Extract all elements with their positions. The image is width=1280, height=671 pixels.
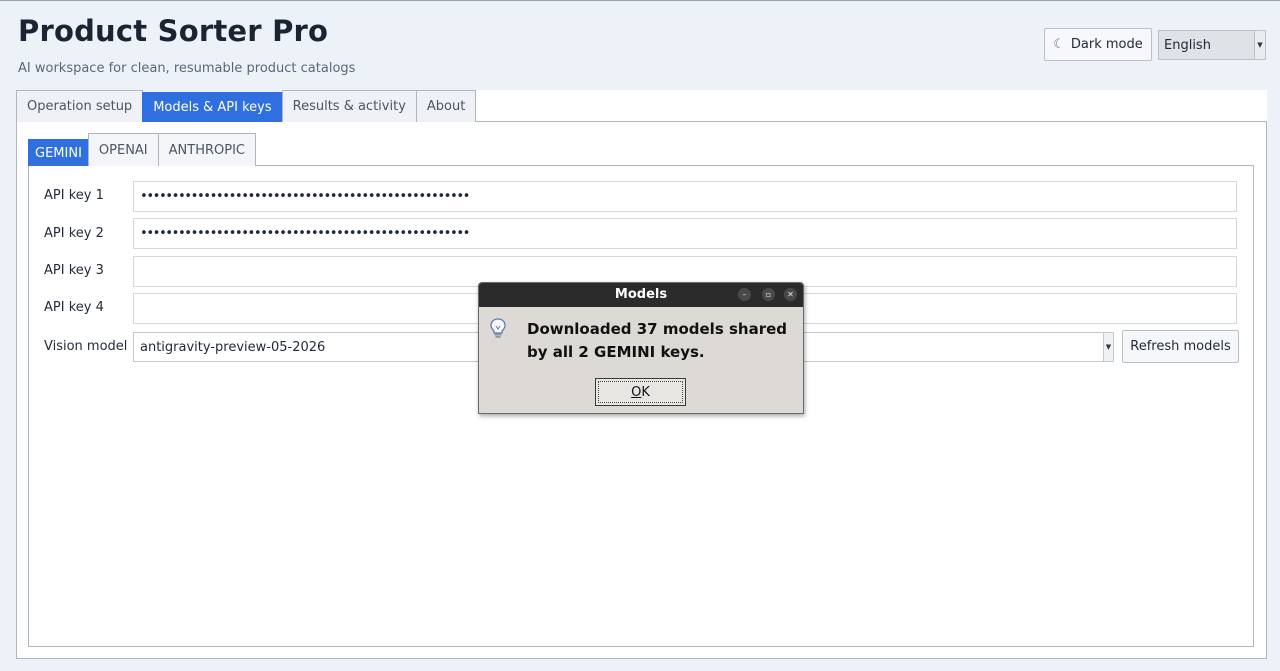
language-value: English bbox=[1164, 37, 1211, 53]
main-tabs: Operation setup Models & API keys Result… bbox=[16, 90, 477, 122]
moon-icon: ☾ bbox=[1053, 37, 1065, 52]
tab-about[interactable]: About bbox=[415, 90, 477, 122]
api-key-2-label: API key 2 bbox=[44, 226, 104, 241]
tab-anthropic[interactable]: ANTHROPIC bbox=[157, 133, 257, 166]
vision-model-label: Vision model bbox=[44, 339, 128, 354]
api-key-1-label: API key 1 bbox=[44, 188, 104, 203]
chevron-down-icon: ▼ bbox=[1103, 333, 1113, 361]
chevron-down-icon: ▼ bbox=[1254, 31, 1265, 59]
refresh-models-button[interactable]: Refresh models bbox=[1122, 330, 1239, 363]
models-dialog: Models – ▫ ✕ Downloaded 37 models shared… bbox=[478, 282, 804, 414]
app-subtitle: AI workspace for clean, resumable produc… bbox=[18, 61, 356, 76]
ok-label-rest: K bbox=[641, 384, 650, 400]
ok-button[interactable]: OK bbox=[595, 378, 686, 406]
window-top-border bbox=[0, 0, 1280, 1]
provider-tabs: GEMINI OPENAI ANTHROPIC bbox=[28, 133, 257, 166]
maximize-icon[interactable]: ▫ bbox=[762, 288, 775, 301]
dialog-titlebar[interactable]: Models – ▫ ✕ bbox=[479, 283, 803, 307]
api-key-1-input[interactable]: ••••••••••••••••••••••••••••••••••••••••… bbox=[133, 181, 1237, 212]
tab-gemini[interactable]: GEMINI bbox=[28, 139, 89, 166]
dark-mode-label: Dark mode bbox=[1070, 37, 1143, 52]
tab-results-activity[interactable]: Results & activity bbox=[281, 90, 417, 122]
dialog-message: Downloaded 37 models shared by all 2 GEM… bbox=[527, 320, 788, 361]
api-key-2-input[interactable]: ••••••••••••••••••••••••••••••••••••••••… bbox=[133, 218, 1237, 249]
tab-operation-setup[interactable]: Operation setup bbox=[16, 90, 144, 122]
api-key-3-label: API key 3 bbox=[44, 263, 104, 278]
tab-openai[interactable]: OPENAI bbox=[87, 133, 159, 166]
app-title: Product Sorter Pro bbox=[18, 14, 329, 48]
vision-model-value: antigravity-preview-05-2026 bbox=[140, 339, 326, 355]
dialog-title: Models bbox=[614, 287, 668, 302]
tab-bar-background bbox=[454, 90, 1267, 121]
lightbulb-icon bbox=[490, 318, 506, 338]
ok-mnemonic: O bbox=[631, 384, 642, 400]
dark-mode-button[interactable]: ☾ Dark mode bbox=[1044, 28, 1152, 61]
close-icon[interactable]: ✕ bbox=[784, 288, 797, 301]
api-key-4-label: API key 4 bbox=[44, 300, 104, 315]
language-select[interactable]: English ▼ bbox=[1158, 30, 1266, 60]
minimize-icon[interactable]: – bbox=[738, 288, 751, 301]
tab-models-api-keys[interactable]: Models & API keys bbox=[142, 92, 283, 122]
